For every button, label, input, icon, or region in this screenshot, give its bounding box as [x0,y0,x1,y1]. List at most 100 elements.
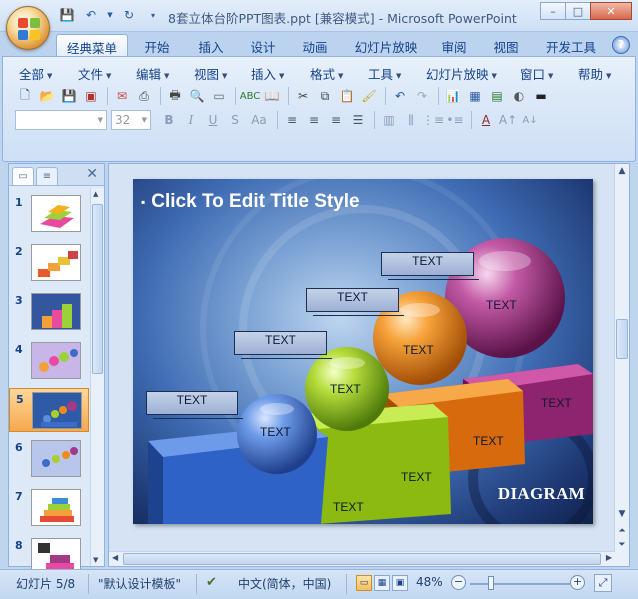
scrollbar-thumb[interactable] [616,319,628,359]
undo-icon[interactable]: ↶ [390,86,410,106]
font-color-icon[interactable]: A [476,110,496,130]
slide-thumbnail-3[interactable]: 3 [9,290,89,334]
scroll-up-icon[interactable]: ▲ [615,166,629,176]
new-document-icon[interactable]: 🗋 [15,86,35,106]
save-icon[interactable]: 💾 [59,86,79,106]
text-box-4[interactable]: TEXT [381,252,479,280]
slide-thumbnail-6[interactable]: 6 [9,437,89,481]
slides-panel-scrollbar[interactable]: ▲ ▼ [90,188,104,566]
zoom-level[interactable]: 48% [416,575,443,589]
slides-tab-icon[interactable]: ▭ [12,167,34,185]
italic-icon[interactable]: I [181,110,201,130]
tab-developer[interactable]: 开发工具 [540,34,602,56]
menu-tools[interactable]: 工具 ▼ [368,64,401,83]
save-icon[interactable]: 💾 [58,7,76,23]
research-icon[interactable]: ▭ [209,86,229,106]
grow-font-icon[interactable]: A↑ [498,110,518,130]
fit-to-window-icon[interactable]: ⤢ [594,574,612,592]
slide-sorter-icon[interactable]: ▦ [374,575,390,591]
redo-icon[interactable]: ↷ [412,86,432,106]
columns-icon[interactable]: ▥ [379,110,399,130]
menu-help[interactable]: 帮助 ▼ [578,64,611,83]
numbering-icon[interactable]: ⋮≡ [422,110,444,130]
next-slide-icon[interactable]: ⏷ [615,540,629,550]
normal-view-icon[interactable]: ▭ [356,575,372,591]
align-right-icon[interactable]: ≡ [326,110,346,130]
editor-horizontal-scrollbar[interactable]: ◀ ▶ [109,551,615,566]
zoom-slider-thumb[interactable] [488,576,494,590]
slide-thumbnail-1[interactable]: 1 [9,192,89,236]
underline-icon[interactable]: U [203,110,223,130]
color-grayscale-icon[interactable]: ◐ [509,86,529,106]
bold-icon[interactable]: B [159,110,179,130]
spelling-check-icon[interactable]: ✔ [206,575,217,590]
menu-slide-show[interactable]: 幻灯片放映 ▼ [426,64,497,83]
tab-classic-menu[interactable]: 经典菜单 [56,34,128,56]
shrink-font-icon[interactable]: A↓ [520,110,540,130]
scrollbar-thumb[interactable] [123,553,601,565]
scroll-right-icon[interactable]: ▶ [606,553,612,562]
bullets-icon[interactable]: •≡ [445,110,465,130]
scroll-down-icon[interactable]: ▼ [93,556,98,564]
language-indicator[interactable]: 中文(简体，中国) [238,575,331,592]
undo-dropdown-icon[interactable]: ▼ [106,7,114,23]
menu-view[interactable]: 视图 ▼ [194,64,227,83]
menu-all[interactable]: 全部 ▼ [19,64,52,83]
tab-design[interactable]: 设计 [243,34,283,56]
tab-slide-show[interactable]: 幻灯片放映 [346,34,426,56]
scroll-up-icon[interactable]: ▲ [93,190,98,198]
align-center-icon[interactable]: ≡ [304,110,324,130]
slide-thumbnail-7[interactable]: 7 [9,486,89,530]
menu-file[interactable]: 文件 ▼ [78,64,111,83]
customize-qat-icon[interactable]: ▾ [144,7,162,23]
slide-thumbnail-2[interactable]: 2 [9,241,89,285]
menu-edit[interactable]: 编辑 ▼ [136,64,169,83]
text-box-1[interactable]: TEXT [146,391,243,419]
menu-insert[interactable]: 插入 ▼ [251,64,284,83]
scrollbar-thumb[interactable] [92,204,103,374]
paste-icon[interactable]: 📋 [337,86,357,106]
office-button[interactable] [6,6,50,50]
tab-animations[interactable]: 动画 [295,34,335,56]
font-size-combo[interactable]: 32 ▼ [111,110,151,130]
slide-show-icon[interactable]: ▣ [392,575,408,591]
font-name-combo[interactable]: ▼ [15,110,107,130]
slide-title[interactable]: ▪ Click To Edit Title Style [141,191,360,213]
slide-thumbnail-4[interactable]: 4 [9,339,89,383]
undo-icon[interactable]: ↶ [82,7,100,23]
print-preview-icon[interactable]: ⎙ [134,86,154,106]
show-formatting-icon[interactable]: ▬ [531,86,551,106]
insert-table-icon[interactable]: ▦ [465,86,485,106]
permission-icon[interactable]: ▣ [81,86,101,106]
tab-insert[interactable]: 插入 [191,34,231,56]
help-icon[interactable]: ? [612,36,630,54]
slide-canvas[interactable]: ▪ Click To Edit Title Style TEXT TEXT TEX… [133,179,593,524]
insert-picture-icon[interactable]: ▤ [487,86,507,106]
text-box-3[interactable]: TEXT [306,288,404,316]
minimize-button[interactable]: – [540,2,566,20]
zoom-slider-track[interactable] [470,583,570,585]
close-button[interactable]: ✕ [590,2,632,20]
shadow-icon[interactable]: S [225,110,245,130]
copy-icon[interactable]: ⧉ [315,86,335,106]
insert-chart-icon[interactable]: 📊 [443,86,463,106]
text-box-2[interactable]: TEXT [234,331,332,359]
slide-thumbnail-5[interactable]: 5 [9,388,89,432]
menu-window[interactable]: 窗口 ▼ [520,64,553,83]
format-painter-icon[interactable]: 🖌 [359,86,379,106]
close-panel-icon[interactable]: ✕ [86,166,98,182]
print-icon[interactable]: 🖶 [165,86,185,106]
maximize-button[interactable]: □ [565,2,591,20]
scroll-left-icon[interactable]: ◀ [112,553,118,562]
tab-home[interactable]: 开始 [137,34,177,56]
editor-vertical-scrollbar[interactable]: ▲ ▼ ⏶ ⏷ [614,164,629,566]
thesaurus-icon[interactable]: 📖 [262,86,282,106]
open-folder-icon[interactable]: 📂 [37,86,57,106]
spelling-icon[interactable]: ABC [240,86,261,106]
zoom-out-button[interactable]: − [451,575,466,590]
align-left-icon[interactable]: ≡ [282,110,302,130]
email-icon[interactable]: ✉ [112,86,132,106]
zoom-in-button[interactable]: + [570,575,585,590]
scroll-down-icon[interactable]: ▼ [615,509,629,519]
tab-review[interactable]: 审阅 [434,34,474,56]
